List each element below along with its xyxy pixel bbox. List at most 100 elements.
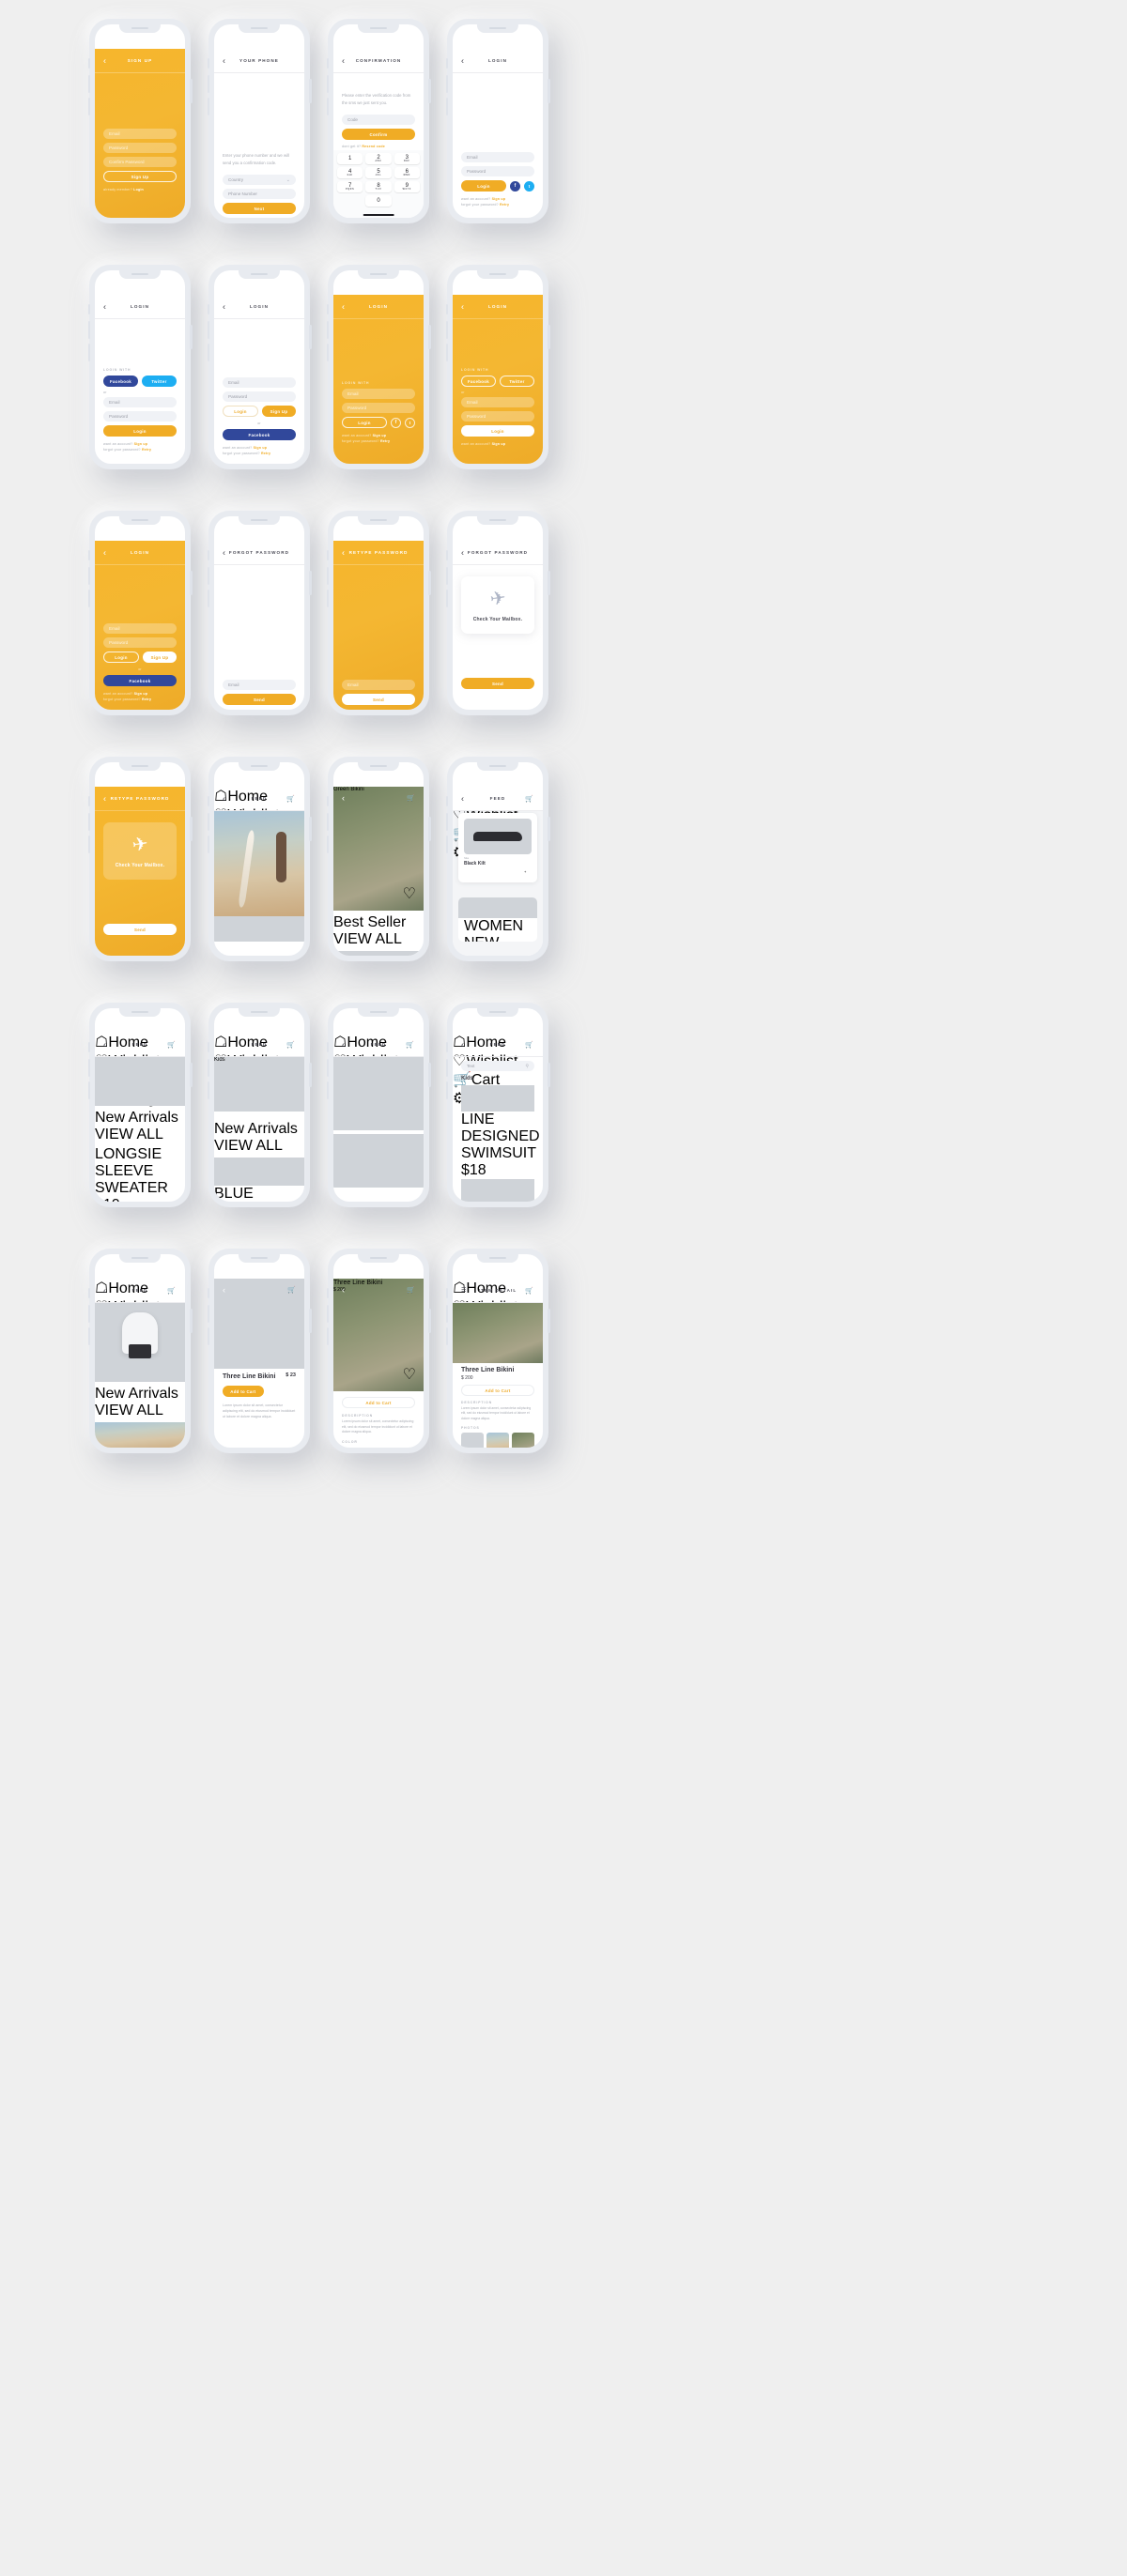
country-select[interactable]: Country ⌄ (223, 175, 296, 185)
key-0[interactable]: 0 (365, 195, 392, 207)
password-field[interactable]: Password (223, 391, 296, 402)
cart-icon[interactable]: 🛒 (406, 1041, 415, 1049)
facebook-button[interactable]: Facebook (223, 429, 296, 440)
back-icon[interactable]: ‹ (342, 1285, 345, 1295)
product-card[interactable]: BLUE JEANS $45 (214, 1158, 304, 1202)
hero-image[interactable]: New Arrivals (214, 811, 304, 916)
hero-image-man[interactable]: Man (333, 1134, 424, 1188)
key-8[interactable]: 8 TUV (365, 181, 392, 192)
facebook-button[interactable]: Facebook (461, 376, 496, 387)
email-field[interactable]: Email (342, 680, 415, 690)
add-to-cart-button[interactable]: Add to Cart (461, 1385, 534, 1396)
facebook-button[interactable]: Facebook (103, 675, 177, 686)
back-icon[interactable]: ‹ (223, 1040, 226, 1049)
back-icon[interactable]: ‹ (342, 548, 346, 557)
product-hero-image[interactable] (453, 1303, 543, 1363)
photo-thumb[interactable] (512, 1433, 534, 1448)
retry-link[interactable]: Retry (261, 452, 270, 455)
cart-icon[interactable]: 🛒 (525, 795, 534, 803)
send-button[interactable]: Send (342, 694, 415, 705)
cart-icon[interactable]: 🛒 (286, 1041, 296, 1049)
password-field[interactable]: Password (342, 403, 415, 413)
back-icon[interactable]: ‹ (103, 794, 107, 803)
photo-thumb[interactable] (461, 1433, 484, 1448)
product-card[interactable] (333, 951, 424, 956)
second-hero-image[interactable]: Best Seller (214, 916, 304, 942)
login-button[interactable]: Login (461, 425, 534, 437)
next-button[interactable]: Next (223, 203, 296, 214)
add-to-cart-button[interactable]: Add to Cart (223, 1386, 264, 1397)
back-icon[interactable]: ‹ (461, 794, 465, 803)
send-button[interactable]: Send (103, 924, 177, 935)
back-icon[interactable]: ‹ (103, 1040, 107, 1049)
confirm-button[interactable]: Confirm (342, 129, 415, 140)
back-icon[interactable]: ‹ (342, 302, 346, 311)
email-field[interactable]: Email (103, 397, 177, 407)
cart-icon[interactable]: 🛒 (407, 1286, 415, 1294)
facebook-icon-button[interactable]: f (510, 180, 520, 192)
signup-link[interactable]: Sign up (492, 442, 506, 446)
back-icon[interactable]: ‹ (461, 1040, 465, 1049)
key-7[interactable]: 7 PQRS (337, 181, 363, 192)
email-field[interactable]: Email (223, 377, 296, 388)
back-icon[interactable]: ‹ (342, 793, 345, 803)
product-card[interactable]: Nike Black Kilt + (458, 813, 537, 882)
cart-icon[interactable]: 🛒 (407, 794, 415, 802)
confirm-password-field[interactable]: Confirm Password (103, 157, 177, 167)
product-card[interactable]: LINE DESIGNED SWIMSUIT $18 (461, 1085, 540, 1179)
cart-icon[interactable]: 🛒 (525, 1041, 534, 1049)
password-field[interactable]: Password (103, 143, 177, 153)
signup-button[interactable]: Sign Up (262, 406, 296, 417)
hero-image-women[interactable]: Women (333, 1057, 424, 1130)
code-field[interactable]: Code (342, 115, 415, 125)
hero-image[interactable] (95, 1057, 185, 1106)
menu-icon[interactable]: ☰ (461, 1288, 467, 1294)
signup-link[interactable]: Sign up (134, 442, 148, 446)
send-button[interactable]: Send (223, 694, 296, 705)
login-link[interactable]: Login (133, 188, 144, 192)
email-field[interactable]: Email (223, 680, 296, 690)
back-icon[interactable]: ‹ (103, 56, 107, 65)
back-icon[interactable]: ‹ (342, 1040, 346, 1049)
facebook-button[interactable]: Facebook (103, 376, 138, 387)
signup-link[interactable]: Sign up (492, 197, 506, 201)
favorite-fab[interactable]: ♡ (403, 884, 416, 903)
cart-icon[interactable]: 🛒 (167, 1041, 177, 1049)
cart-icon[interactable]: 🛒 (525, 1287, 534, 1295)
back-icon[interactable]: ‹ (223, 302, 226, 311)
menu-item[interactable]: NEW ARRIVALS (464, 935, 532, 942)
hero-image[interactable]: Kids (214, 1057, 304, 1112)
back-icon[interactable]: ‹ (223, 794, 226, 803)
twitter-button[interactable]: Twitter (142, 376, 177, 387)
phone-number-field[interactable]: Phone Number (223, 189, 296, 199)
signup-link[interactable]: Sign up (254, 446, 268, 450)
key-3[interactable]: 3 DEF (394, 153, 420, 164)
back-icon[interactable]: ‹ (223, 548, 226, 557)
login-button[interactable]: Login (103, 425, 177, 437)
cart-icon[interactable]: 🛒 (286, 795, 296, 803)
hero-image[interactable]: ‹ 🛒 Green Bikini ♡ (333, 787, 424, 911)
retry-link[interactable]: Retry (380, 439, 390, 443)
email-field[interactable]: Email (461, 397, 534, 407)
photo-thumb[interactable] (486, 1433, 509, 1448)
back-icon[interactable]: ‹ (103, 548, 107, 557)
view-all-link[interactable]: VIEW ALL (95, 1127, 163, 1142)
view-all-link[interactable]: VIEW ALL (214, 1138, 283, 1154)
password-field[interactable]: Password (103, 637, 177, 648)
favorite-fab[interactable]: ♡ (403, 1365, 416, 1384)
signup-button[interactable]: Sign Up (103, 171, 177, 182)
key-5[interactable]: 5 JKL (365, 167, 392, 178)
email-field[interactable]: Email (103, 129, 177, 139)
retry-link[interactable]: Retry (142, 698, 151, 701)
back-icon[interactable]: ‹ (342, 56, 346, 65)
login-button[interactable]: Login (461, 180, 506, 192)
hero-image[interactable] (95, 1303, 185, 1382)
login-button[interactable]: Login (103, 652, 139, 663)
twitter-icon-button[interactable]: t (405, 417, 415, 428)
resend-code-link[interactable]: Resend code (362, 145, 385, 148)
signup-link[interactable]: Sign up (373, 434, 387, 437)
signup-link[interactable]: Sign up (134, 692, 148, 696)
product-card[interactable]: LONGSIE SLEEVE SWEATER $10 (95, 1146, 185, 1202)
key-1[interactable]: 1 (337, 153, 363, 164)
email-field[interactable]: Email (103, 623, 177, 634)
